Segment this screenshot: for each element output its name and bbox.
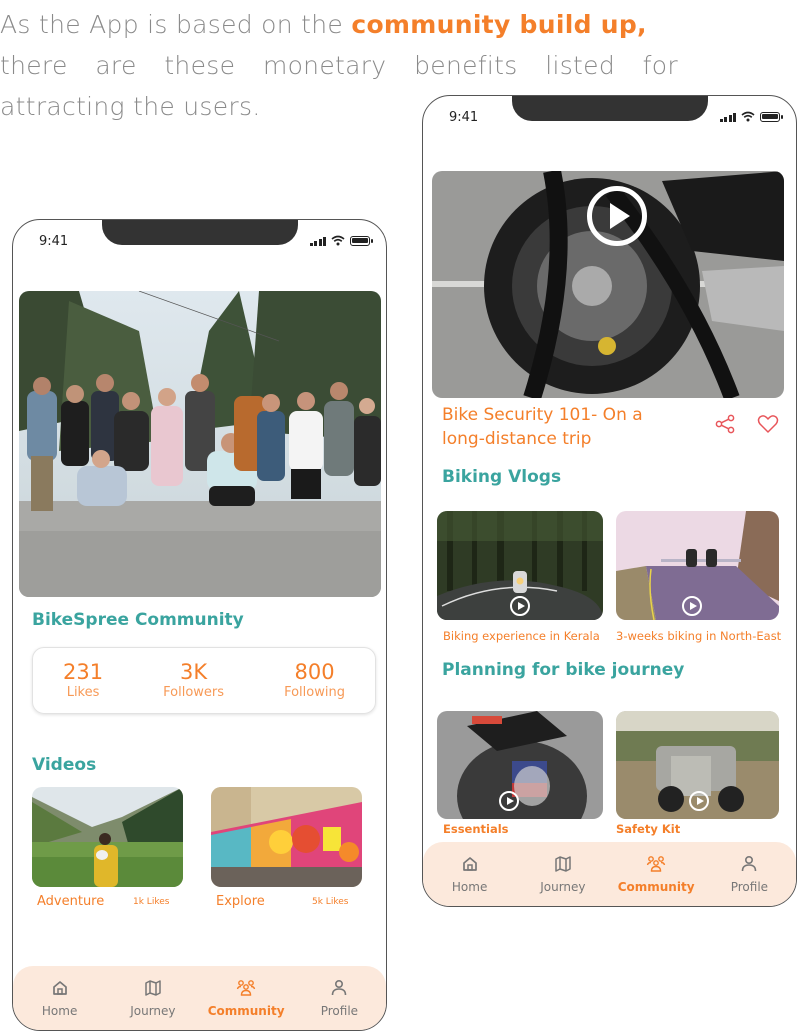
planning-thumb-essentials[interactable] xyxy=(437,711,603,819)
community-icon xyxy=(236,980,256,996)
play-icon[interactable] xyxy=(587,186,647,246)
map-icon xyxy=(555,856,571,872)
stats-card: 231 Likes 3K Followers 800 Following xyxy=(32,647,376,714)
wifi-icon xyxy=(331,235,345,246)
signal-icon xyxy=(719,112,736,122)
stat-likes[interactable]: 231 Likes xyxy=(63,660,103,702)
video-likes-explore: 5k Likes xyxy=(312,897,349,907)
status-icons xyxy=(719,111,783,122)
phone-notch xyxy=(512,96,708,121)
home-icon xyxy=(52,981,67,995)
status-time: 9:41 xyxy=(449,110,479,125)
stat-followers[interactable]: 3K Followers xyxy=(163,660,224,702)
vlog-thumb-kerala[interactable] xyxy=(437,511,603,620)
planning-caption-essentials[interactable]: Essentials xyxy=(443,822,509,836)
community-icon xyxy=(646,856,666,872)
stat-following[interactable]: 800 Following xyxy=(284,660,345,702)
community-hero-image[interactable] xyxy=(19,291,381,597)
heart-icon[interactable] xyxy=(756,412,780,436)
phone-community-feed: 9:41 Bike Security 101- On a long-distan… xyxy=(422,95,797,907)
videos-title: Videos xyxy=(32,755,97,775)
profile-icon xyxy=(742,855,757,872)
play-icon[interactable] xyxy=(510,596,530,616)
play-icon[interactable] xyxy=(499,791,519,811)
group-photo xyxy=(19,291,381,597)
profile-icon xyxy=(332,979,347,996)
play-icon[interactable] xyxy=(682,596,702,616)
bottom-tab-bar: Home Journey Community Profile xyxy=(423,842,796,906)
video-thumb-explore[interactable] xyxy=(211,787,362,887)
status-icons xyxy=(309,235,373,246)
tab-community[interactable]: Community xyxy=(206,978,286,1018)
tab-journey[interactable]: Journey xyxy=(523,854,603,894)
battery-icon xyxy=(760,111,783,122)
video-title-adventure[interactable]: Adventure xyxy=(37,894,104,909)
signal-icon xyxy=(309,236,326,246)
tab-community[interactable]: Community xyxy=(616,854,696,894)
vlog-caption-kerala[interactable]: Biking experience in Kerala xyxy=(443,629,600,643)
vlogs-title: Biking Vlogs xyxy=(442,467,562,487)
planning-caption-safety-kit[interactable]: Safety Kit xyxy=(616,822,680,836)
planning-thumb-safety-kit[interactable] xyxy=(616,711,779,819)
featured-video-title[interactable]: Bike Security 101- On a long-distance tr… xyxy=(442,403,702,451)
community-title: BikeSpree Community xyxy=(32,610,244,630)
tab-journey[interactable]: Journey xyxy=(113,978,193,1018)
tab-home[interactable]: Home xyxy=(430,854,510,894)
intro-highlight: community build up, xyxy=(351,10,647,39)
play-icon[interactable] xyxy=(689,791,709,811)
phone-notch xyxy=(102,220,298,245)
intro-line-2: there are these monetary benefits listed… xyxy=(0,51,678,80)
share-icon[interactable] xyxy=(713,412,737,436)
home-icon xyxy=(462,857,477,871)
intro-line-1: As the App is based on the community bui… xyxy=(0,10,647,39)
tab-home[interactable]: Home xyxy=(20,978,100,1018)
phone-community-profile: 9:41 BikeSpree Community 231 Likes 3K Fo… xyxy=(12,219,387,1031)
bottom-tab-bar: Home Journey Community Profile xyxy=(13,966,386,1030)
status-time: 9:41 xyxy=(39,234,69,249)
video-likes-adventure: 1k Likes xyxy=(133,897,170,907)
graffiti-wall xyxy=(211,787,362,887)
video-title-explore[interactable]: Explore xyxy=(216,894,265,909)
tab-profile[interactable]: Profile xyxy=(299,978,379,1018)
helmet-gloves xyxy=(437,711,603,819)
planning-title: Planning for bike journey xyxy=(442,660,685,680)
map-icon xyxy=(145,980,161,996)
featured-video-thumb[interactable] xyxy=(432,171,784,398)
hiker-valley xyxy=(32,787,183,887)
wifi-icon xyxy=(741,111,755,122)
vlog-caption-northeast[interactable]: 3-weeks biking in North-East xyxy=(616,629,781,643)
battery-icon xyxy=(350,235,373,246)
video-thumb-adventure[interactable] xyxy=(32,787,183,887)
vlog-thumb-northeast[interactable] xyxy=(616,511,779,620)
tab-profile[interactable]: Profile xyxy=(709,854,789,894)
